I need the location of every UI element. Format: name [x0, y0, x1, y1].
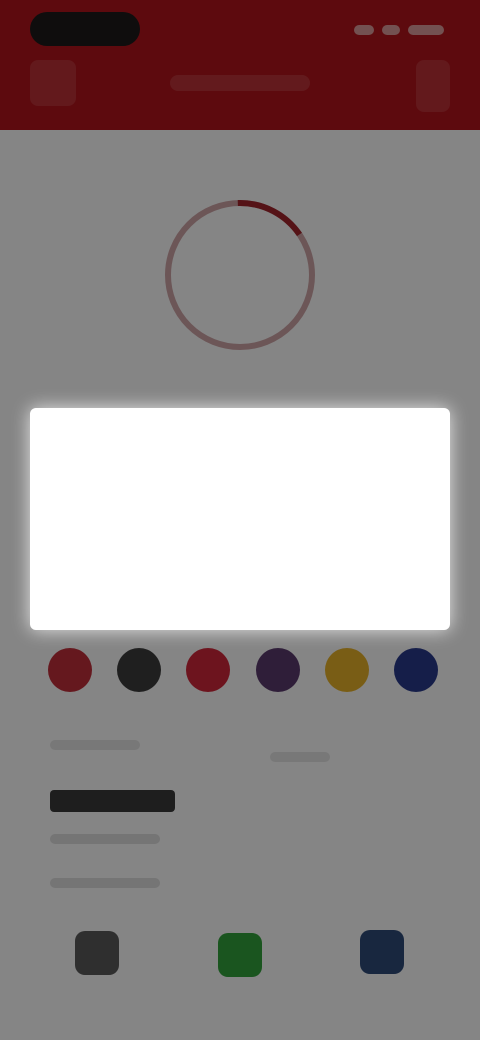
dialog-actions [30, 576, 450, 616]
cancel-button[interactable] [145, 576, 165, 616]
ok-button[interactable] [335, 576, 355, 616]
dialog [30, 408, 450, 630]
